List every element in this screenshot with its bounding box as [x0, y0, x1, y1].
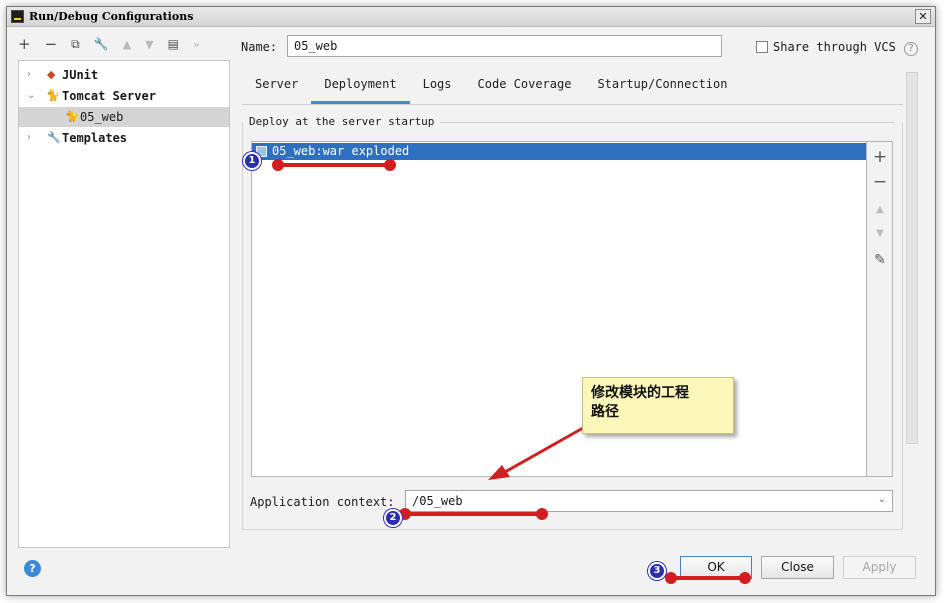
more-icon[interactable]: » — [193, 37, 200, 52]
tree-item-junit[interactable]: › ◆ JUnit — [19, 65, 229, 85]
callout-note: 修改模块的工程 路径 — [582, 377, 734, 434]
tree-item-tomcat-server[interactable]: ⌄ 🐈 Tomcat Server — [19, 86, 229, 106]
config-toolbar: + − ⧉ 🔧 ▲ ▼ ▤ » — [18, 34, 200, 54]
name-field[interactable]: 05_web — [287, 35, 722, 57]
wrench-icon[interactable]: 🔧 — [94, 37, 109, 52]
add-icon[interactable]: + — [867, 147, 893, 167]
tree-item-label: Templates — [62, 131, 128, 145]
deploy-section-title: Deploy at the server startup — [249, 115, 441, 128]
tree-item-templates[interactable]: › 🔧 Templates — [19, 128, 229, 148]
name-label: Name: — [241, 40, 278, 54]
tab-code-coverage[interactable]: Code Coverage — [465, 70, 585, 104]
artifact-list[interactable]: 05_web:war exploded — [251, 141, 867, 477]
tomcat-icon: 🐈 — [65, 110, 79, 123]
tree-item-label: JUnit — [62, 68, 99, 82]
artifact-row[interactable]: 05_web:war exploded — [252, 143, 866, 160]
configuration-tree: › ◆ JUnit ⌄ 🐈 Tomcat Server 🐈 05_web › 🔧… — [18, 60, 230, 548]
application-context-combobox[interactable]: /05_web ⌄ — [405, 490, 893, 512]
junit-icon: ◆ — [47, 68, 56, 81]
tree-item-label: 05_web — [80, 110, 124, 124]
copy-icon[interactable]: ⧉ — [71, 37, 80, 52]
application-context-value: /05_web — [412, 494, 463, 508]
tab-deployment[interactable]: Deployment — [311, 70, 410, 104]
remove-icon[interactable]: − — [45, 36, 58, 52]
tab-logs[interactable]: Logs — [410, 70, 465, 104]
section-divider — [425, 122, 895, 123]
callout-note-line-1: 修改模块的工程 — [591, 385, 689, 401]
artifact-label: 05_web:war exploded — [272, 144, 410, 158]
ok-button[interactable]: OK — [680, 556, 752, 579]
tree-item-label: Tomcat Server — [62, 89, 156, 103]
pencil-icon[interactable]: ✎ — [867, 252, 893, 268]
close-window-icon[interactable]: ✕ — [915, 9, 931, 24]
arrow-down-icon[interactable]: ▼ — [145, 37, 153, 52]
tab-startup-connection[interactable]: Startup/Connection — [584, 70, 740, 104]
help-icon[interactable]: ? — [904, 42, 918, 56]
window-title: Run/Debug Configurations — [29, 10, 194, 23]
callout-note-line-2: 路径 — [591, 404, 619, 420]
share-through-vcs-checkbox[interactable] — [756, 41, 768, 53]
step-badge-2: 2 — [384, 509, 402, 527]
tab-server[interactable]: Server — [242, 70, 311, 104]
add-icon[interactable]: + — [18, 36, 31, 52]
remove-icon[interactable]: − — [867, 172, 893, 192]
chevron-down-icon[interactable]: ⌄ — [878, 494, 886, 505]
arrow-down-icon[interactable]: ▼ — [867, 228, 893, 239]
artifact-toolbar: + − ▲ ▼ ✎ — [867, 141, 893, 477]
help-button[interactable]: ? — [24, 560, 41, 577]
tomcat-icon: 🐈 — [46, 89, 60, 102]
arrow-up-icon[interactable]: ▲ — [123, 37, 131, 52]
close-button[interactable]: Close — [761, 556, 834, 579]
intellij-app-icon — [11, 10, 24, 23]
share-through-vcs-label[interactable]: Share through VCS — [773, 40, 896, 54]
collapse-arrow-icon[interactable]: ⌄ — [27, 86, 35, 106]
application-context-label: Application context: — [250, 495, 395, 509]
expand-arrow-icon[interactable]: › — [27, 128, 31, 148]
folder-icon[interactable]: ▤ — [168, 37, 179, 52]
title-bar: Run/Debug Configurations ✕ — [7, 7, 935, 27]
panel-scrollbar[interactable] — [906, 72, 918, 444]
config-tabs: Server Deployment Logs Code Coverage Sta… — [242, 70, 740, 104]
apply-button[interactable]: Apply — [843, 556, 916, 579]
step-badge-3: 3 — [648, 562, 666, 580]
wrench-icon: 🔧 — [47, 131, 61, 144]
expand-arrow-icon[interactable]: › — [27, 65, 31, 85]
arrow-up-icon[interactable]: ▲ — [867, 204, 893, 215]
tree-item-05-web[interactable]: 🐈 05_web — [19, 107, 229, 127]
step-badge-1: 1 — [243, 152, 261, 170]
